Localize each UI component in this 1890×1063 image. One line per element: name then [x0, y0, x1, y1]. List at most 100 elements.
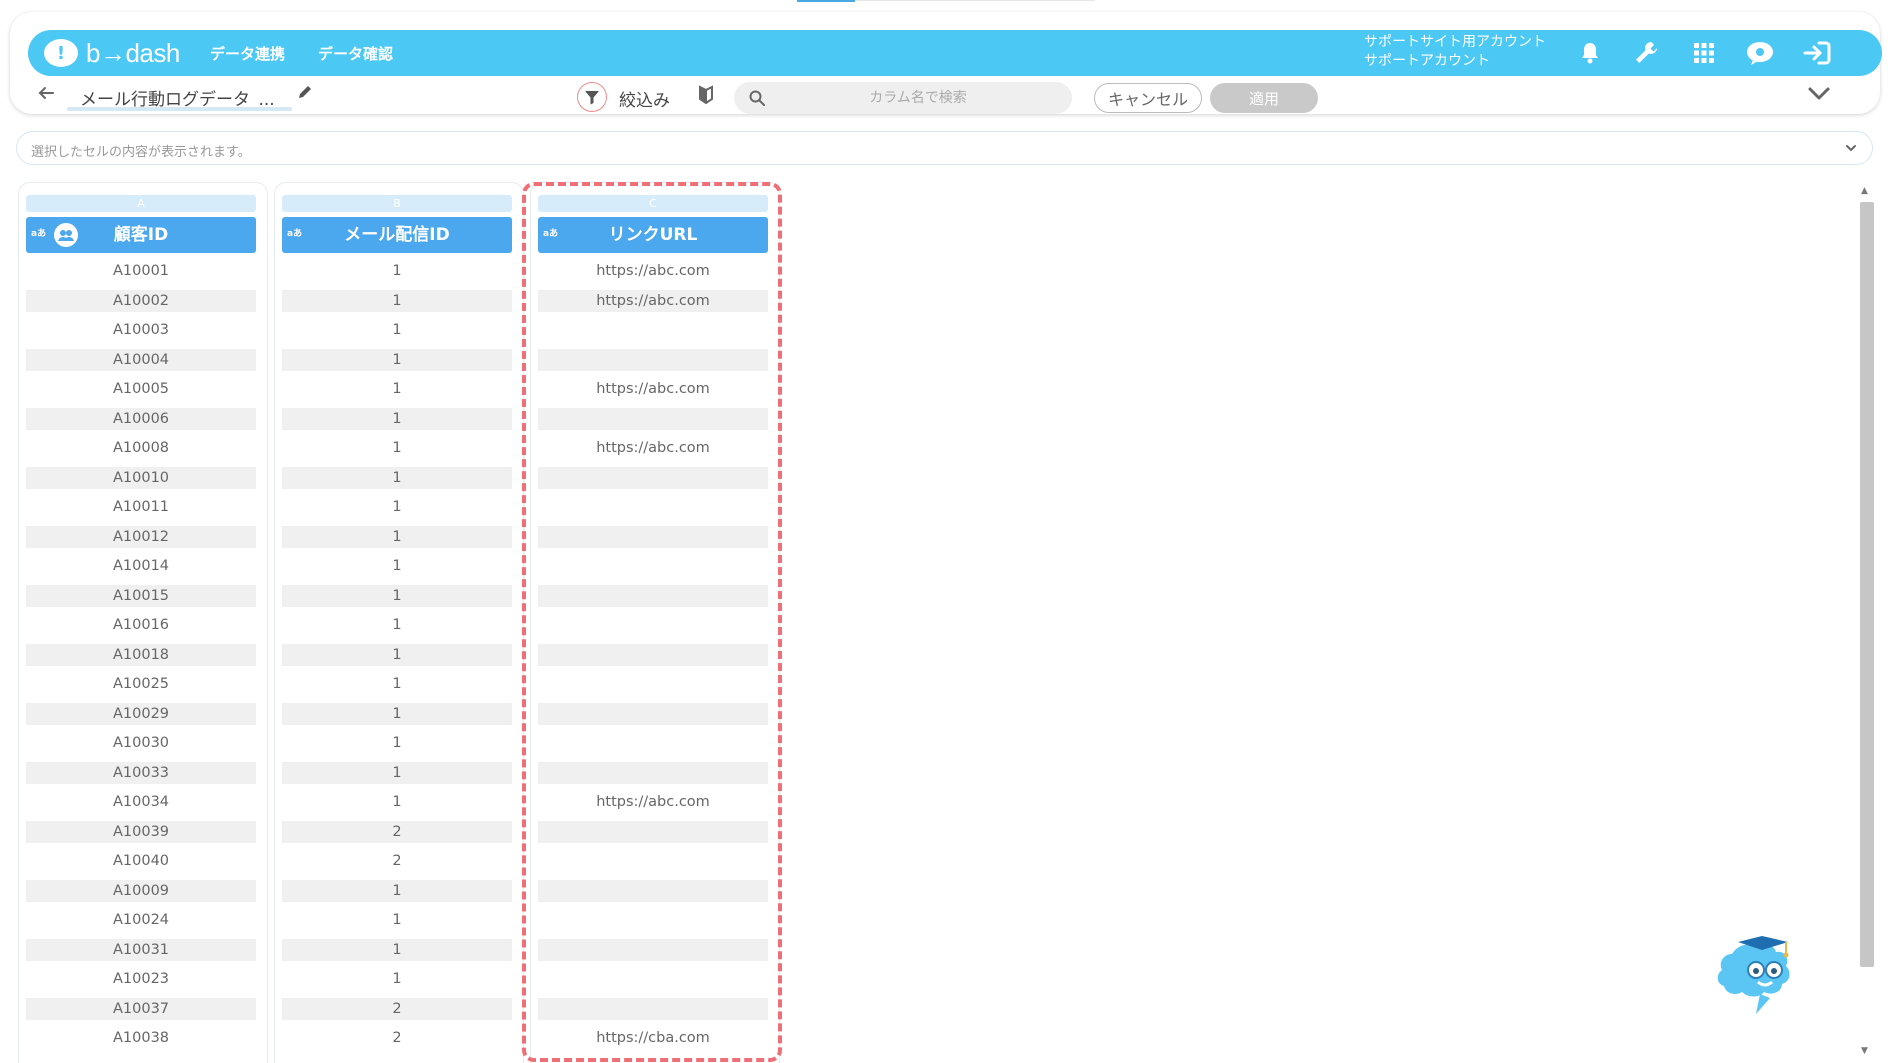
table-cell[interactable]: A10004	[26, 348, 256, 371]
table-cell[interactable]	[538, 466, 768, 489]
table-cell[interactable]: 1	[282, 614, 512, 636]
table-cell[interactable]	[538, 761, 768, 784]
table-cell[interactable]	[538, 702, 768, 725]
table-cell[interactable]: 1	[282, 378, 512, 400]
app-logo[interactable]: ! b→dash	[44, 38, 180, 68]
account-info[interactable]: サポートサイト用アカウント サポートアカウント	[1364, 33, 1546, 71]
back-arrow-icon[interactable]	[38, 84, 54, 105]
table-cell[interactable]: A10034	[26, 791, 256, 813]
table-cell[interactable]	[538, 525, 768, 548]
beginner-mark-icon[interactable]	[698, 85, 714, 109]
scroll-thumb[interactable]	[1860, 202, 1874, 967]
table-cell[interactable]	[538, 850, 768, 872]
table-cell[interactable]	[538, 938, 768, 961]
table-cell[interactable]	[538, 879, 768, 902]
table-cell[interactable]: https://abc.com	[538, 260, 768, 282]
table-cell[interactable]: A10033	[26, 761, 256, 784]
vertical-scrollbar[interactable]: ▲ ▼	[1858, 184, 1874, 1063]
table-cell[interactable]	[538, 997, 768, 1020]
table-cell[interactable]: A10023	[26, 968, 256, 990]
nav-data-check[interactable]: データ確認	[318, 43, 393, 64]
table-cell[interactable]: A10002	[26, 289, 256, 312]
column-letter[interactable]: A	[26, 195, 256, 212]
table-cell[interactable]: A10010	[26, 466, 256, 489]
table-cell[interactable]: A10031	[26, 938, 256, 961]
table-cell[interactable]: A10012	[26, 525, 256, 548]
pencil-edit-icon[interactable]	[297, 84, 313, 104]
filter-button[interactable]	[577, 82, 607, 112]
table-cell[interactable]: 1	[282, 289, 512, 312]
table-cell[interactable]	[538, 319, 768, 341]
table-cell[interactable]: 1	[282, 496, 512, 518]
nav-data-integration[interactable]: データ連携	[210, 43, 285, 64]
mascot-helper-icon[interactable]	[1712, 924, 1812, 1020]
table-cell[interactable]: 1	[282, 702, 512, 725]
column-header-customer-id[interactable]: aあ 顧客ID	[26, 217, 256, 253]
support-chat-icon[interactable]	[1745, 38, 1775, 68]
table-cell[interactable]: 2	[282, 1027, 512, 1049]
table-cell[interactable]: https://abc.com	[538, 289, 768, 312]
table-cell[interactable]: A10015	[26, 584, 256, 607]
table-cell[interactable]: 2	[282, 997, 512, 1020]
table-cell[interactable]: 1	[282, 791, 512, 813]
column-search-input[interactable]	[778, 82, 1058, 114]
table-cell[interactable]: 1	[282, 407, 512, 430]
table-cell[interactable]: 1	[282, 673, 512, 695]
table-cell[interactable]: A10029	[26, 702, 256, 725]
table-cell[interactable]: 1	[282, 348, 512, 371]
table-cell[interactable]: 1	[282, 938, 512, 961]
table-cell[interactable]	[538, 643, 768, 666]
table-cell[interactable]: A10024	[26, 909, 256, 931]
table-cell[interactable]: 1	[282, 968, 512, 990]
chevron-down-icon[interactable]	[1844, 140, 1858, 159]
table-cell[interactable]	[538, 407, 768, 430]
table-cell[interactable]: A10037	[26, 997, 256, 1020]
table-cell[interactable]: A10011	[26, 496, 256, 518]
table-cell[interactable]	[538, 968, 768, 990]
table-cell[interactable]: 1	[282, 909, 512, 931]
grid-apps-icon[interactable]	[1689, 38, 1719, 68]
table-cell[interactable]	[538, 348, 768, 371]
filter-label[interactable]: 絞込み	[619, 86, 670, 111]
table-cell[interactable]: A10016	[26, 614, 256, 636]
table-cell[interactable]: A10039	[26, 820, 256, 843]
table-cell[interactable]: A10008	[26, 437, 256, 459]
table-cell[interactable]: A10025	[26, 673, 256, 695]
wrench-icon[interactable]	[1632, 38, 1662, 68]
column-letter[interactable]: C	[538, 195, 768, 212]
table-cell[interactable]: 2	[282, 850, 512, 872]
cancel-button[interactable]: キャンセル	[1094, 83, 1202, 113]
table-cell[interactable]: A10001	[26, 260, 256, 282]
table-cell[interactable]: 1	[282, 584, 512, 607]
table-cell[interactable]	[538, 496, 768, 518]
table-cell[interactable]: A10009	[26, 879, 256, 902]
scroll-up-arrow-icon[interactable]: ▲	[1861, 186, 1868, 196]
table-cell[interactable]: 1	[282, 525, 512, 548]
table-cell[interactable]: A10038	[26, 1027, 256, 1049]
table-cell[interactable]: A10003	[26, 319, 256, 341]
apply-button[interactable]: 適用	[1210, 83, 1318, 113]
table-cell[interactable]: https://cba.com	[538, 1027, 768, 1049]
table-cell[interactable]	[538, 820, 768, 843]
column-letter[interactable]: B	[282, 195, 512, 212]
table-cell[interactable]: https://abc.com	[538, 437, 768, 459]
column-header-mail-delivery-id[interactable]: aあ メール配信ID	[282, 217, 512, 253]
table-cell[interactable]	[538, 555, 768, 577]
table-cell[interactable]: 1	[282, 319, 512, 341]
table-cell[interactable]: A10018	[26, 643, 256, 666]
table-cell[interactable]: A10005	[26, 378, 256, 400]
table-cell[interactable]: 1	[282, 879, 512, 902]
logout-icon[interactable]	[1802, 38, 1832, 68]
table-cell[interactable]: https://abc.com	[538, 378, 768, 400]
table-cell[interactable]	[538, 909, 768, 931]
table-cell[interactable]: A10014	[26, 555, 256, 577]
table-cell[interactable]: A10030	[26, 732, 256, 754]
table-cell[interactable]: A10040	[26, 850, 256, 872]
cell-content-bar[interactable]: 選択したセルの内容が表示されます。	[16, 131, 1873, 165]
table-cell[interactable]	[538, 584, 768, 607]
table-cell[interactable]: 1	[282, 643, 512, 666]
table-cell[interactable]: 1	[282, 732, 512, 754]
table-cell[interactable]	[538, 732, 768, 754]
table-cell[interactable]: 1	[282, 761, 512, 784]
table-cell[interactable]: 1	[282, 437, 512, 459]
